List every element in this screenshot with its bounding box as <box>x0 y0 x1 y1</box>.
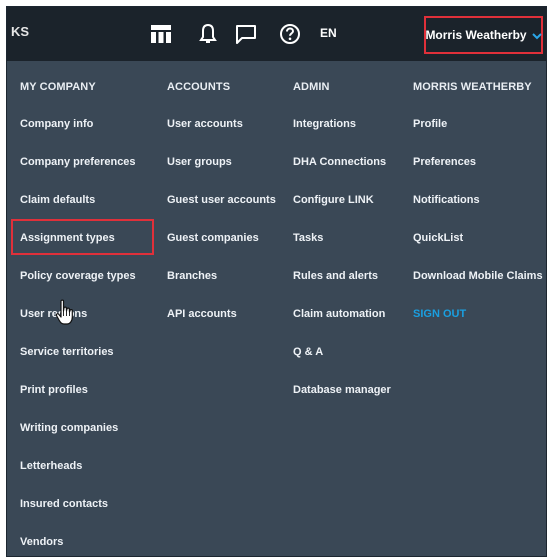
menu-item-user-regions[interactable]: User regions <box>20 308 87 320</box>
menu-item-dha-connections[interactable]: DHA Connections <box>293 156 386 168</box>
menu-item-api-accounts[interactable]: API accounts <box>167 308 237 320</box>
menu-item-guest-companies[interactable]: Guest companies <box>167 232 259 244</box>
column-heading-user: MORRIS WEATHERBY <box>413 81 532 93</box>
menu-item-profile[interactable]: Profile <box>413 118 447 130</box>
menu-item-user-accounts[interactable]: User accounts <box>167 118 243 130</box>
menu-item-integrations[interactable]: Integrations <box>293 118 356 130</box>
column-heading-admin: ADMIN <box>293 81 330 93</box>
menu-item-database-manager[interactable]: Database manager <box>293 384 391 396</box>
menu-item-preferences[interactable]: Preferences <box>413 156 476 168</box>
menu-item-quicklist[interactable]: QuickList <box>413 232 463 244</box>
help-icon[interactable] <box>278 22 302 46</box>
sign-out-link[interactable]: SIGN OUT <box>413 308 466 320</box>
menu-item-print-profiles[interactable]: Print profiles <box>20 384 88 396</box>
menu-item-rules-and-alerts[interactable]: Rules and alerts <box>293 270 378 282</box>
user-menu-button[interactable]: Morris Weatherby <box>424 16 543 54</box>
menu-item-branches[interactable]: Branches <box>167 270 217 282</box>
menu-item-vendors[interactable]: Vendors <box>20 536 63 548</box>
dropdown-menu: MY COMPANY Company info Company preferen… <box>7 61 546 556</box>
menu-item-writing-companies[interactable]: Writing companies <box>20 422 118 434</box>
admin-menu-window: KS EN Morris Weatherby MY COMPANY Compan… <box>6 6 547 557</box>
menu-item-company-info[interactable]: Company info <box>20 118 93 130</box>
menu-item-company-preferences[interactable]: Company preferences <box>20 156 136 168</box>
tasks-tab-partial[interactable]: KS <box>11 24 29 39</box>
menu-item-claim-automation[interactable]: Claim automation <box>293 308 385 320</box>
bell-icon[interactable] <box>196 22 220 46</box>
menu-item-letterheads[interactable]: Letterheads <box>20 460 82 472</box>
menu-item-configure-link[interactable]: Configure LINK <box>293 194 374 206</box>
chevron-down-icon <box>531 30 542 40</box>
menu-item-user-groups[interactable]: User groups <box>167 156 232 168</box>
menu-item-guest-user-accounts[interactable]: Guest user accounts <box>167 194 276 206</box>
menu-item-insured-contacts[interactable]: Insured contacts <box>20 498 108 510</box>
menu-item-service-territories[interactable]: Service territories <box>20 346 114 358</box>
language-selector[interactable]: EN <box>320 26 337 40</box>
menu-item-tasks[interactable]: Tasks <box>293 232 323 244</box>
chat-icon[interactable] <box>234 22 258 46</box>
menu-item-notifications[interactable]: Notifications <box>413 194 480 206</box>
menu-item-q-and-a[interactable]: Q & A <box>293 346 323 358</box>
menu-item-policy-coverage-types[interactable]: Policy coverage types <box>20 270 136 282</box>
top-bar: KS EN Morris Weatherby <box>7 7 546 61</box>
column-heading-accounts: ACCOUNTS <box>167 81 231 93</box>
user-name: Morris Weatherby <box>425 28 527 42</box>
hand-pointer-icon <box>55 299 75 327</box>
menu-item-download-mobile-claims[interactable]: Download Mobile Claims <box>413 270 543 282</box>
column-heading-my-company: MY COMPANY <box>20 81 96 93</box>
table-icon[interactable] <box>149 22 173 46</box>
highlight-assignment-types <box>11 219 154 255</box>
menu-item-claim-defaults[interactable]: Claim defaults <box>20 194 95 206</box>
